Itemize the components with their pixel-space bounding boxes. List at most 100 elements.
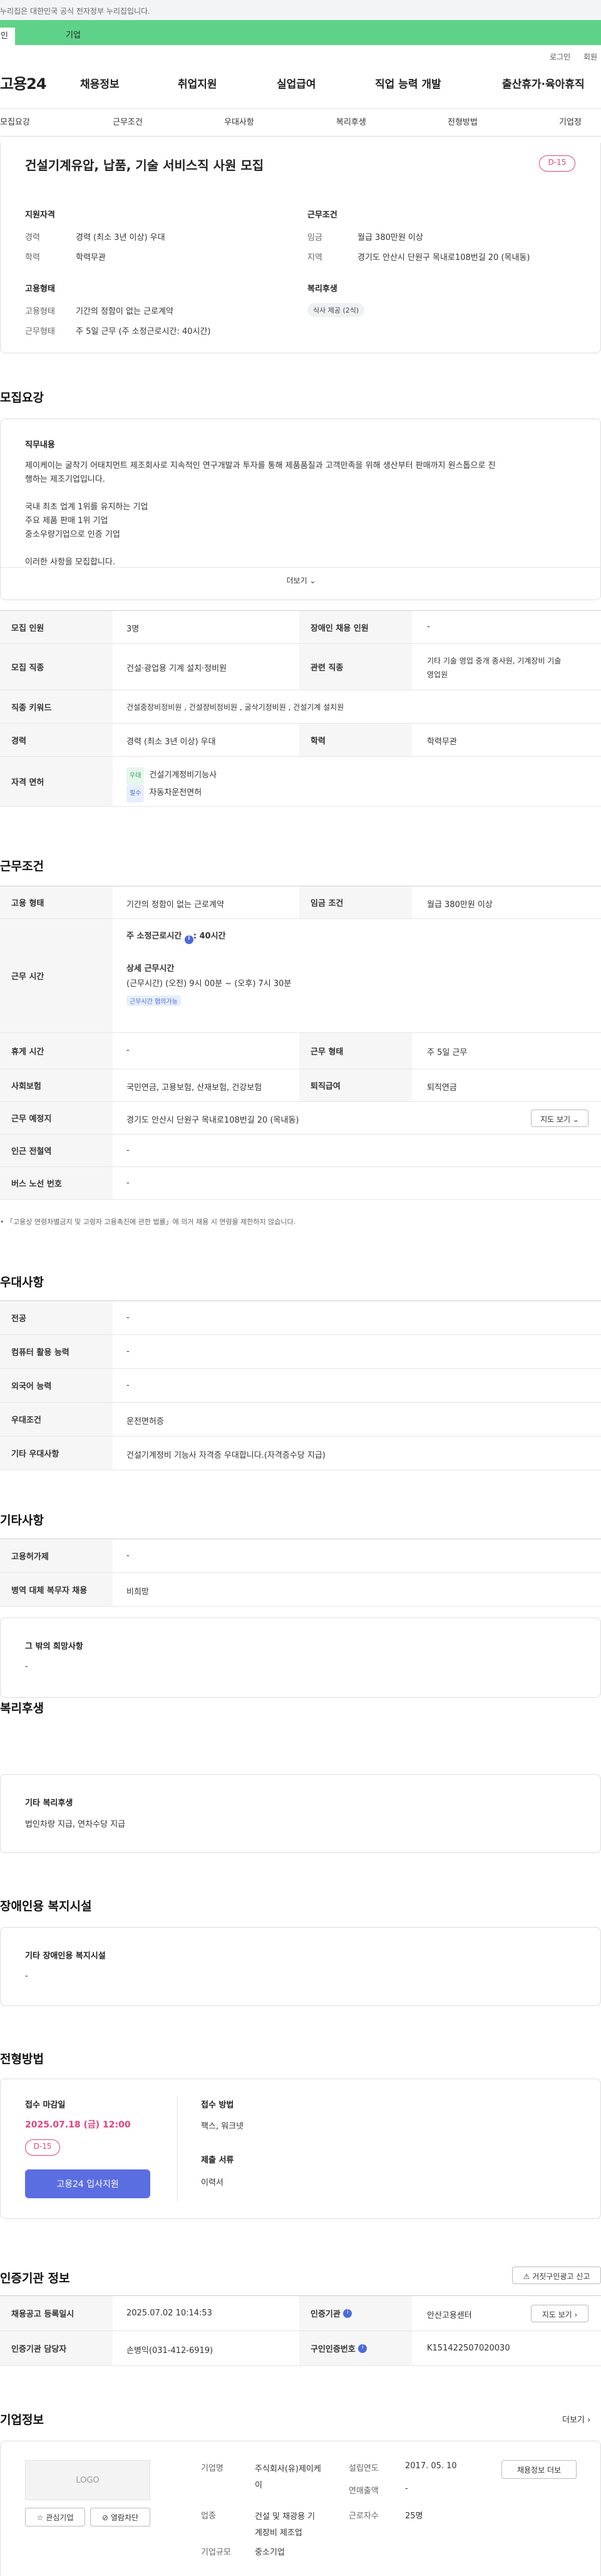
table-row: 근무 시간 주 소정근로시간 i: 40시간 상세 근무시간 (근무시간) (오… [0, 919, 601, 1033]
shape-value: 주 5일 근무 [427, 1048, 468, 1057]
keyword-label: 직종 키워드 [0, 690, 113, 723]
docs-title: 제출 서류 [201, 2156, 234, 2165]
edu-label: 학력 [299, 724, 412, 756]
license-tag: 필수 [126, 785, 145, 802]
time-detail-title: 상세 근무시간 [126, 964, 175, 974]
reg-value: 2025.07.02 10:14:53 [126, 2309, 212, 2318]
emp-title: 고용형태 [25, 284, 55, 294]
disabled-label: 장애인 채용 인원 [299, 611, 412, 643]
industry-label: 업종 [201, 2511, 216, 2521]
apply-button[interactable]: 고용24 입사지원 [25, 2169, 150, 2198]
map-button-label: 지도 보기 [542, 2310, 572, 2319]
bus-value: - [126, 1178, 130, 1188]
duty-line: 중소우량기업으로 인증 기업 [25, 530, 120, 539]
duty-line [25, 487, 496, 501]
duty-more-button[interactable]: 더보기 ⌄ [1, 567, 601, 600]
staff-label: 근로자수 [349, 2511, 379, 2521]
pref-value: 운전면허증 [126, 1417, 164, 1426]
recruit-more-button[interactable]: 채용정보 더보 [501, 2460, 577, 2479]
org-value: 안산고용센터 [427, 2311, 472, 2320]
info-icon[interactable]: i [343, 2309, 352, 2318]
worktype-value: 주 5일 근무 (주 소정근로시간: 40시간) [76, 327, 211, 336]
fav-button[interactable]: ☆ 관심기업 [25, 2508, 85, 2527]
pref-value: - [126, 1347, 130, 1356]
tab-company[interactable]: 기업정 [559, 115, 582, 127]
duty-line: 주요 제품 판매 1위 기업 [25, 516, 108, 526]
site-logo[interactable]: 고용24 [0, 71, 47, 93]
emp-label: 고용 형태 [0, 886, 113, 918]
disabled-value: - [427, 622, 430, 631]
pref-label: 우대조건 [0, 1403, 113, 1436]
license-name: 자동차운전면허 [149, 788, 202, 797]
company-more-link[interactable]: 더보기 › [562, 2413, 590, 2425]
nav-item-employment-support[interactable]: 취업지원 [178, 75, 217, 91]
region-value: 경기도 안산시 단원구 목내로108번길 20 (목내동) [357, 253, 530, 262]
station-label: 인근 전철역 [0, 1135, 113, 1166]
duty-line: 제이케이는 굴착기 어태치먼트 제조회사로 지속적인 연구개발과 투자를 통해 … [25, 461, 496, 470]
tab-process[interactable]: 전형방법 [448, 115, 478, 127]
login-link[interactable]: 로그인 [550, 51, 570, 62]
join-link[interactable]: 회원 [583, 51, 597, 62]
block-button[interactable]: ⊘ 열람차단 [90, 2508, 150, 2527]
chevron-down-icon: ⌄ [572, 1115, 579, 1124]
recruit-table: 모집 인원 3명 장애인 채용 인원 - 모집 직종 건설·광업용 기계 설치·… [0, 610, 601, 807]
table-row: 고용허가제 - [0, 1539, 601, 1573]
pref-table: 전공 - 컴퓨터 활용 능력 - 외국어 능력 - 우대조건 운전면허증 기타 … [0, 1301, 601, 1470]
founded-label: 설립연도 [349, 2464, 379, 2473]
nav-item-jobs[interactable]: 채용정보 [80, 75, 120, 91]
insurance-label: 사회보험 [0, 1069, 113, 1101]
age-note-text: 「고용상 연령차별금지 및 고령자 고용촉진에 관한 법률」에 의거 채용 시 … [6, 1218, 296, 1226]
related-line: 기타 기술 영업 중개 종사원, 기계장비 기술 [427, 657, 562, 665]
cert-map-button[interactable]: 지도 보기 › [531, 2305, 588, 2322]
map-button[interactable]: 지도 보기 ⌄ [531, 1109, 588, 1127]
rest-label: 휴게 시간 [0, 1033, 113, 1069]
etc-label: 병역 대체 복무자 채용 [0, 1573, 113, 1606]
tab-recruit[interactable]: 모집요강 [0, 115, 30, 127]
tab-individual[interactable]: 인 [0, 28, 15, 45]
founded-value: 2017. 05. 10 [405, 2461, 457, 2471]
nav-item-unemployment[interactable]: 실업급여 [277, 75, 316, 91]
map-button-label: 지도 보기 [540, 1115, 571, 1124]
emp-label: 고용형태 [25, 307, 55, 316]
tab-benefit[interactable]: 복리후생 [336, 115, 366, 127]
duty-title: 직무내용 [25, 440, 55, 450]
name-line: 이 [255, 2481, 262, 2490]
related-line: 영업원 [427, 670, 448, 679]
info-icon[interactable]: i [184, 935, 193, 944]
tab-work[interactable]: 근무조건 [113, 115, 143, 127]
duty-text: 제이케이는 굴착기 어태치먼트 제조회사로 지속적인 연구개발과 투자를 통해 … [25, 459, 496, 569]
block-button-label: 열람차단 [110, 2513, 139, 2522]
info-icon[interactable]: i [358, 2344, 367, 2353]
process-card: 접수 마감일 2025.07.18 (금) 12:00 D-15 고용24 입사… [0, 2079, 601, 2219]
gov-notice-bar: 누리집은 대한민국 공식 전자정부 누리집입니다. [0, 0, 601, 20]
emp-value: 기간의 정함이 없는 근로계약 [126, 900, 224, 910]
time-detail: (근무시간) (오전) 9시 00분 ~ (오후) 7시 30분 [126, 979, 292, 989]
career-value: 경력 (최소 3년 이상) 우대 [76, 233, 165, 242]
job-title: 건설기계유압, 납품, 기술 서비스직 사원 모집 [25, 158, 264, 173]
report-button[interactable]: ⚠ 거짓구인광고 신고 [512, 2267, 601, 2284]
table-row: 사회보험 국민연금, 고용보험, 산재보험, 건강보험 퇴직급여 퇴직연금 [0, 1069, 601, 1102]
table-row: 모집 인원 3명 장애인 채용 인원 - [0, 611, 601, 644]
edu-label: 학력 [25, 253, 40, 262]
license-label: 자격 면허 [0, 757, 113, 806]
rest-value: - [126, 1046, 130, 1055]
nav-item-leave[interactable]: 출산휴가·육아휴직 [502, 75, 585, 91]
emp-value: 기간의 정함이 없는 근로계약 [76, 307, 173, 316]
duty-line: 국내 최초 업계 1위를 유지하는 기업 [25, 502, 148, 512]
nav-item-training[interactable]: 직업 능력 개발 [375, 75, 441, 91]
table-row: 우대조건 운전면허증 [0, 1403, 601, 1436]
license-item: 우대 건설기계정비기능사 [126, 767, 217, 785]
num-value: K151422507020030 [427, 2344, 510, 2353]
age-note: • 「고용상 연령차별금지 및 고령자 고용촉진에 관한 법률」에 의거 채용 … [0, 1218, 296, 1226]
company-heading: 기업정보 [0, 2413, 44, 2427]
cert-heading: 인증기관 정보 [0, 2272, 70, 2285]
table-row: 병역 대체 복무자 채용 비희망 [0, 1573, 601, 1607]
tab-pref[interactable]: 우대사항 [224, 115, 254, 127]
section-tabs: 모집요강 근무조건 우대사항 복리후생 전형방법 기업정 [0, 109, 601, 137]
deadline-title: 접수 마감일 [25, 2101, 66, 2110]
pref-value: 건설기계정비 기능사 자격증 우대합니다.(자격증수당 지급) [126, 1451, 326, 1460]
tab-business[interactable]: 기업 [66, 28, 81, 40]
chevron-right-icon: › [574, 2310, 578, 2319]
table-row: 채용공고 등록일시 2025.07.02 10:14:53 인증기관 i 안산고… [0, 2296, 601, 2331]
name-value: 주식회사(유)제이케 이 [255, 2461, 321, 2494]
